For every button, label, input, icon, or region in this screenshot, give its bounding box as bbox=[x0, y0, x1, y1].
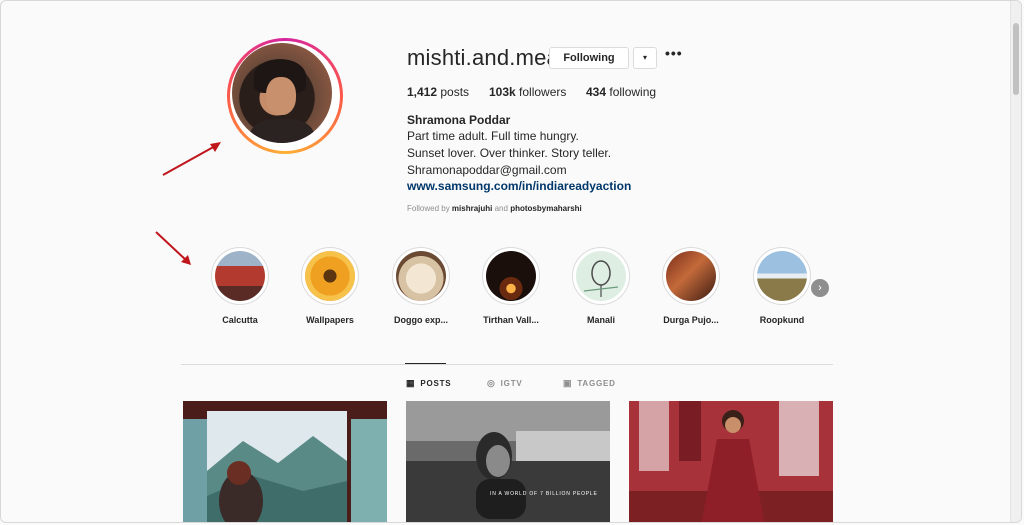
grid-icon: ▦ bbox=[406, 378, 416, 388]
manali-sketch-icon bbox=[583, 260, 619, 297]
post-thumbnail[interactable] bbox=[183, 401, 387, 522]
highlight-wallpapers[interactable]: Wallpapers bbox=[300, 247, 360, 325]
following-button[interactable]: Following bbox=[549, 47, 629, 69]
igtv-icon: ◎ bbox=[487, 378, 496, 388]
highlight-doggo[interactable]: Doggo exp... bbox=[391, 247, 451, 325]
stat-following[interactable]: 434 following bbox=[586, 85, 656, 99]
bio-line: Part time adult. Full time hungry. bbox=[407, 129, 579, 143]
more-options-icon[interactable]: ••• bbox=[665, 45, 683, 61]
bio-email: Shramonapoddar@gmail.com bbox=[407, 163, 567, 177]
bio-link[interactable]: www.samsung.com/in/indiareadyaction bbox=[407, 179, 631, 193]
tag-icon: ▣ bbox=[563, 378, 573, 388]
highlight-cover bbox=[486, 251, 536, 301]
highlight-roopkund[interactable]: Roopkund bbox=[752, 247, 812, 325]
highlight-calcutta[interactable]: Calcutta bbox=[210, 247, 270, 325]
post-image bbox=[629, 401, 833, 522]
tabs-divider bbox=[181, 364, 833, 365]
profile-full-name: Shramona Poddar bbox=[407, 113, 511, 127]
tab-igtv[interactable]: ◎ IGTV bbox=[487, 378, 523, 389]
annotation-arrow-highlights bbox=[155, 231, 191, 265]
post-thumbnail[interactable] bbox=[629, 401, 833, 522]
profile-username: mishti.and.meat bbox=[407, 45, 566, 70]
highlight-cover bbox=[576, 251, 626, 301]
browser-viewport: mishti.and.meat Following ▾ ••• 1,412 po… bbox=[0, 0, 1022, 523]
post-thumbnail[interactable]: IN A WORLD OF 7 BILLION PEOPLE bbox=[406, 401, 610, 522]
tab-tagged[interactable]: ▣ TAGGED bbox=[563, 378, 616, 389]
highlight-cover bbox=[215, 251, 265, 301]
followed-by-user[interactable]: mishrajuhi bbox=[452, 204, 492, 213]
active-tab-indicator bbox=[405, 363, 446, 364]
chevron-down-icon[interactable]: ▾ bbox=[633, 47, 657, 69]
highlight-tirthan-valley[interactable]: Tirthan Vall... bbox=[481, 247, 541, 325]
scrollbar[interactable] bbox=[1010, 1, 1021, 522]
tab-posts[interactable]: ▦ POSTS bbox=[406, 378, 451, 389]
stat-followers[interactable]: 103k followers bbox=[489, 85, 566, 99]
post-image bbox=[406, 401, 610, 522]
avatar-photo bbox=[232, 43, 332, 143]
highlight-cover bbox=[757, 251, 807, 301]
followed-by-user[interactable]: photosbymaharshi bbox=[510, 204, 582, 213]
annotation-arrow-avatar bbox=[162, 142, 221, 176]
scrollbar-thumb[interactable] bbox=[1013, 23, 1019, 95]
highlight-manali[interactable]: Manali bbox=[571, 247, 631, 325]
highlight-durga-pujo[interactable]: Durga Pujo... bbox=[661, 247, 721, 325]
profile-avatar[interactable] bbox=[227, 38, 343, 154]
highlight-cover bbox=[396, 251, 446, 301]
highlight-cover bbox=[305, 251, 355, 301]
followed-by: Followed by mishrajuhi and photosbymahar… bbox=[407, 204, 582, 213]
post-image bbox=[183, 401, 387, 522]
bio-line: Sunset lover. Over thinker. Story teller… bbox=[407, 146, 612, 160]
post-caption: IN A WORLD OF 7 BILLION PEOPLE bbox=[490, 491, 598, 497]
highlight-cover bbox=[666, 251, 716, 301]
stat-posts: 1,412 posts bbox=[407, 85, 470, 99]
chevron-right-icon[interactable]: › bbox=[811, 279, 829, 297]
